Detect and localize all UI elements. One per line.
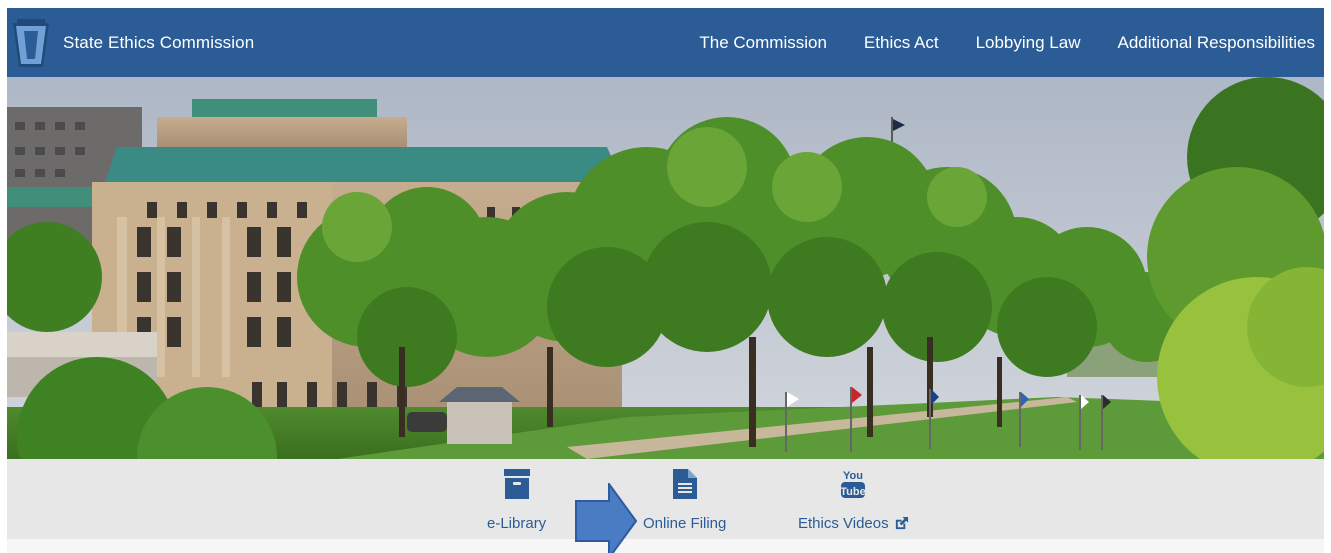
archive-box-icon [502, 467, 532, 501]
youtube-icon: You Tube [838, 467, 868, 501]
content-area [7, 539, 1324, 553]
quick-link-e-library[interactable]: e-Library [487, 467, 546, 532]
nav-item-the-commission[interactable]: The Commission [699, 33, 827, 53]
quick-link-ethics-videos[interactable]: You Tube Ethics Videos [798, 467, 909, 532]
quick-link-label: Online Filing [643, 515, 727, 532]
site-header: State Ethics Commission The Commission E… [7, 8, 1324, 77]
nav-item-additional-responsibilities[interactable]: Additional Responsibilities [1117, 33, 1315, 53]
main-nav: The Commission Ethics Act Lobbying Law A… [662, 8, 1324, 77]
svg-text:You: You [843, 470, 863, 482]
arrow-right-icon [575, 483, 637, 553]
svg-text:Tube: Tube [841, 486, 866, 498]
quick-link-text: Ethics Videos [798, 515, 889, 532]
quick-link-label: Ethics Videos [798, 515, 909, 532]
nav-item-lobbying-law[interactable]: Lobbying Law [976, 33, 1081, 53]
keystone-logo-icon[interactable] [13, 18, 49, 67]
page: State Ethics Commission The Commission E… [7, 8, 1324, 553]
capitol-complex-photo [7, 77, 1324, 459]
quick-link-online-filing[interactable]: Online Filing [643, 467, 726, 532]
site-title[interactable]: State Ethics Commission [63, 33, 254, 53]
document-icon [670, 467, 700, 501]
quick-links-bar: e-Library Online Filing You Tube Ethics … [7, 459, 1324, 539]
nav-item-ethics-act[interactable]: Ethics Act [864, 33, 939, 53]
quick-link-label: e-Library [487, 515, 547, 532]
external-link-icon [895, 516, 908, 530]
hero-image [7, 77, 1324, 459]
